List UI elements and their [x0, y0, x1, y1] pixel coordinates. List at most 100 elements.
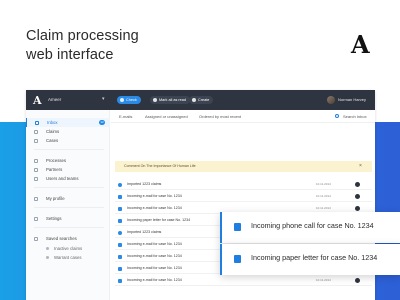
- inbox-icon: [35, 120, 39, 125]
- highlight-card-phone-call[interactable]: Incoming phone call for case No. 1234: [220, 212, 400, 243]
- mail-icon: [118, 194, 122, 199]
- letter-icon: [118, 218, 122, 223]
- sidebar-item-inbox[interactable]: Inbox 12: [26, 118, 110, 127]
- saved-search-label: Warrant cases: [54, 255, 82, 260]
- sidebar-item-settings[interactable]: Settings: [26, 214, 110, 223]
- phone-icon: [234, 223, 241, 231]
- mark-all-read-button[interactable]: Mark all as read: [150, 96, 191, 104]
- search-inbox-link[interactable]: Search Inbox: [343, 114, 367, 119]
- avatar[interactable]: [327, 96, 335, 104]
- avatar: [355, 182, 360, 187]
- sidebar-item-label: Processes: [46, 158, 67, 163]
- sidebar-divider: [34, 207, 104, 208]
- banner-text: Comment On The Importance Of Human Life: [124, 164, 196, 168]
- processes-icon: [34, 158, 38, 163]
- app-logo[interactable]: A: [33, 94, 42, 107]
- check-icon: [120, 97, 124, 102]
- cases-icon: [34, 138, 38, 143]
- sidebar-item-saved-searches[interactable]: Saved searches: [26, 234, 110, 243]
- item-date: 10.11.2014: [316, 278, 331, 282]
- mail-icon: [118, 206, 122, 211]
- sidebar-divider: [34, 149, 104, 150]
- item-date: 10.11.2014: [316, 194, 331, 198]
- mail-icon: [118, 266, 122, 271]
- mail-icon: [118, 278, 122, 283]
- sidebar-item-label: Inbox: [47, 120, 58, 125]
- title-line-2: web interface: [26, 47, 114, 63]
- avatar: [355, 194, 360, 199]
- brand-logo: A: [351, 30, 370, 59]
- sidebar-item-cases[interactable]: Cases: [26, 136, 110, 145]
- sidebar-item-my-profile[interactable]: My profile: [26, 194, 110, 203]
- partners-icon: [34, 167, 38, 172]
- item-title: Incoming e-mail for case No. 1234: [127, 242, 182, 246]
- sidebar-item-partners[interactable]: Partners: [26, 165, 110, 174]
- filter-assigned[interactable]: Assigned or unassigned: [145, 114, 188, 119]
- sidebar: Inbox 12 Claims Cases Processes Partners…: [26, 110, 110, 300]
- saved-search-icon: [34, 236, 38, 241]
- mail-icon: [153, 97, 157, 102]
- chevron-down-icon[interactable]: ▾: [102, 96, 105, 102]
- filter-order[interactable]: Ordered by most recent: [199, 114, 241, 119]
- sidebar-item-label: Saved searches: [46, 236, 77, 241]
- close-icon[interactable]: ×: [359, 161, 362, 172]
- item-title: Incoming e-mail for case No. 1234: [127, 278, 182, 282]
- item-title: Incoming e-mail for case No. 1234: [127, 206, 182, 210]
- mark-all-read-label: Mark all as read: [159, 98, 187, 102]
- plus-icon: [192, 97, 196, 102]
- import-icon: [118, 182, 122, 187]
- filter-bar: E-mails Assigned or unassigned Ordered b…: [111, 110, 375, 123]
- saved-search-inactive-claims[interactable]: Inactive claims: [26, 244, 110, 253]
- title-line-1: Claim processing: [26, 28, 139, 44]
- mail-icon: [118, 242, 122, 247]
- item-date: 10.11.2014: [316, 182, 331, 186]
- gear-icon: [34, 216, 38, 221]
- profile-icon: [34, 196, 38, 201]
- item-title: Imported 1223 claims: [127, 182, 162, 186]
- sidebar-divider: [34, 187, 104, 188]
- claims-icon: [34, 129, 38, 134]
- sidebar-item-label: My profile: [46, 196, 65, 201]
- avatar: [355, 278, 360, 283]
- sidebar-item-processes[interactable]: Processes: [26, 156, 110, 165]
- bullet-icon: [46, 247, 49, 250]
- bullet-icon: [46, 256, 49, 259]
- sidebar-item-label: Users and teams: [46, 176, 79, 181]
- item-title: Incoming e-mail for case No. 1234: [127, 266, 182, 270]
- import-icon: [118, 230, 122, 235]
- user-name[interactable]: Norman Harvey: [338, 97, 366, 102]
- sidebar-divider: [34, 227, 104, 228]
- sidebar-item-claims[interactable]: Claims: [26, 127, 110, 136]
- sidebar-item-label: Partners: [46, 167, 63, 172]
- item-title: Incoming e-mail for case No. 1234: [127, 194, 182, 198]
- document-icon: [234, 255, 241, 263]
- card-title: Incoming paper letter for case No. 1234: [251, 253, 378, 262]
- list-item[interactable]: Incoming e-mail for case No. 1234 10.11.…: [115, 275, 372, 286]
- users-icon: [34, 176, 38, 181]
- check-button[interactable]: Check: [117, 96, 141, 104]
- page-title: Claim processing web interface: [26, 27, 139, 65]
- avatar: [355, 206, 360, 211]
- sidebar-item-label: Claims: [46, 129, 60, 134]
- item-title: Imported 1223 claims: [127, 230, 162, 234]
- sidebar-item-label: Settings: [46, 216, 62, 221]
- sidebar-item-label: Cases: [46, 138, 59, 143]
- search-icon[interactable]: [335, 114, 339, 118]
- list-item[interactable]: Incoming e-mail for case No. 1234 10.11.…: [115, 191, 372, 202]
- item-title: Incoming paper letter for case No. 1234: [127, 218, 191, 222]
- list-item[interactable]: Imported 1223 claims 10.11.2014: [115, 179, 372, 190]
- saved-search-warrant-cases[interactable]: Warrant cases: [26, 253, 110, 262]
- workspace-name[interactable]: Ameer: [48, 97, 61, 102]
- inbox-count-badge: 12: [99, 120, 105, 125]
- mail-icon: [118, 254, 122, 259]
- check-label: Check: [126, 98, 137, 102]
- item-title: Incoming e-mail for case No. 1234: [127, 254, 182, 258]
- card-title: Incoming phone call for case No. 1234: [251, 221, 374, 230]
- create-label: Create: [198, 98, 210, 102]
- create-button[interactable]: Create: [189, 96, 214, 104]
- saved-search-label: Inactive claims: [54, 246, 83, 251]
- filter-emails[interactable]: E-mails: [119, 114, 132, 119]
- highlight-card-paper-letter[interactable]: Incoming paper letter for case No. 1234: [220, 244, 400, 275]
- top-bar: A Ameer ▾ Check Mark all as read Create …: [26, 90, 375, 110]
- sidebar-item-users-and-teams[interactable]: Users and teams: [26, 174, 110, 183]
